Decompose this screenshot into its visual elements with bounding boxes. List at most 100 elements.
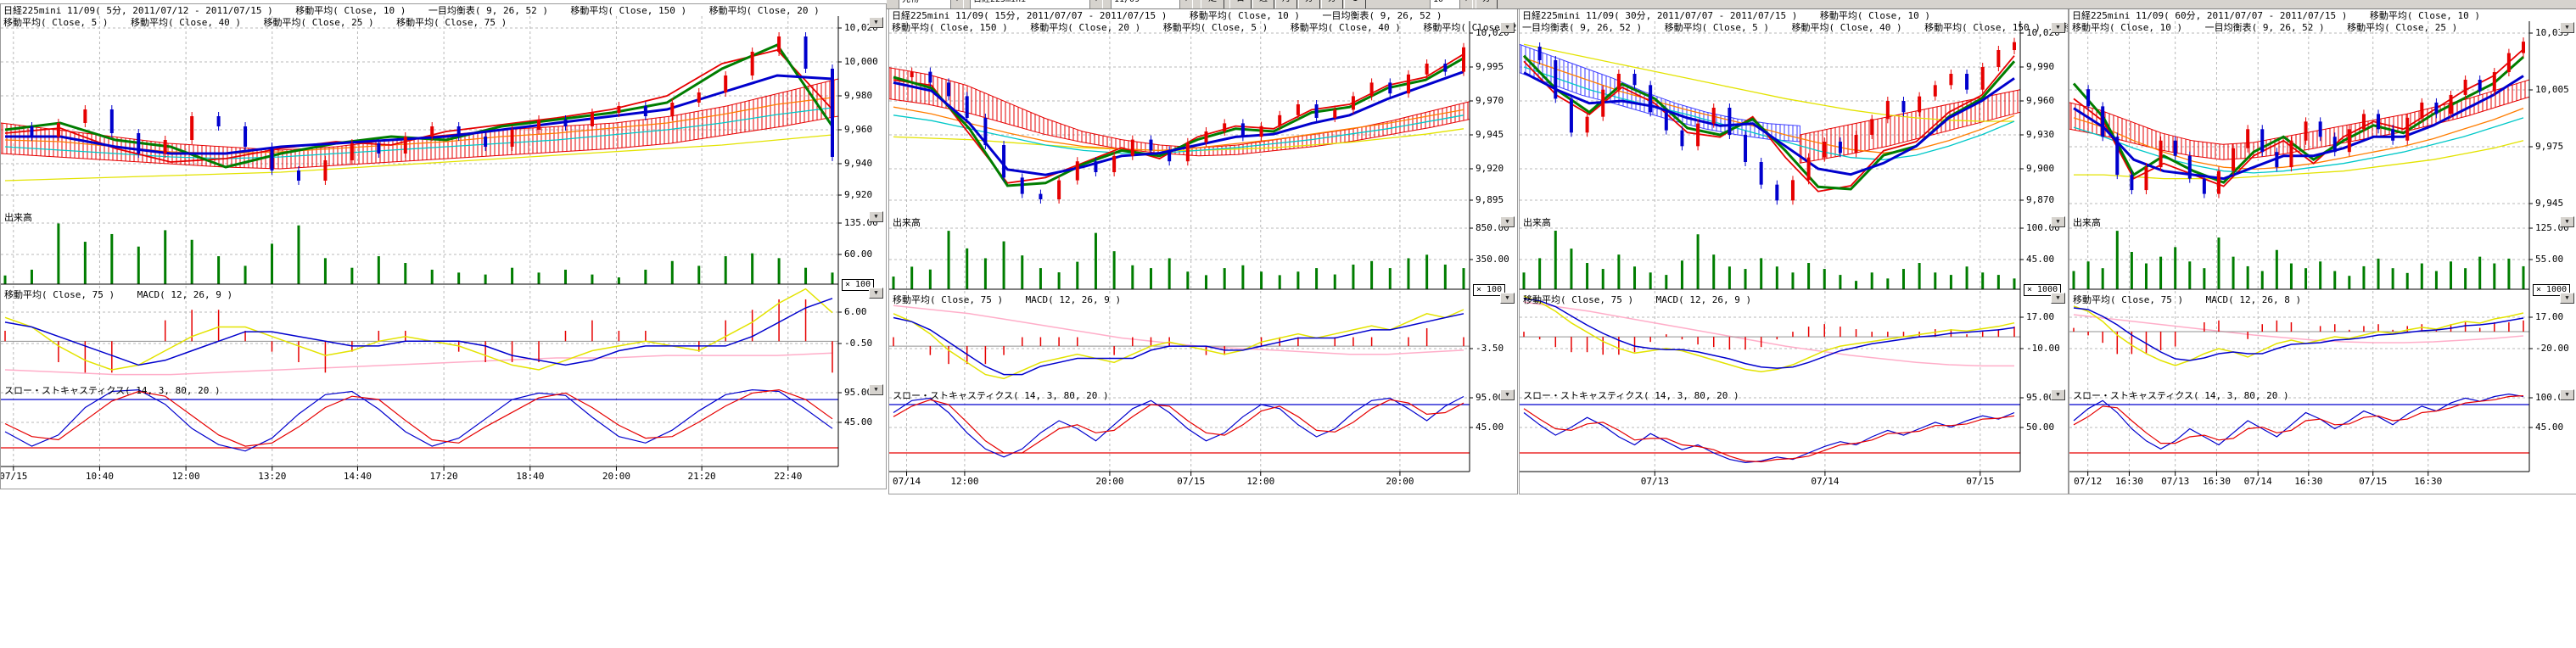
macd-axis-label: 17.00 [2535, 312, 2563, 322]
stoch-section-label: スロー・ストキャスティクス( 14, 3, 80, 20 ) [2073, 388, 2289, 402]
chart-panel-30min: 日経225mini 11/09( 30分, 2011/07/07 - 2011/… [1519, 8, 2069, 494]
section-dropdown-arrow-icon[interactable]: ▼ [2051, 389, 2065, 400]
timeframe-button[interactable]: 分 [1321, 0, 1343, 9]
section-dropdown-arrow-icon[interactable]: ▼ [869, 211, 883, 222]
price-axis-label: 9,960 [844, 125, 872, 135]
section-dropdown-arrow-icon[interactable]: ▼ [869, 17, 883, 28]
section-dropdown-arrow-icon[interactable]: ▼ [869, 288, 883, 299]
stoch-axis-label: 50.00 [2026, 422, 2054, 433]
price-axis-label: 9,920 [1476, 164, 1504, 174]
timeframe-button[interactable]: 日 [1229, 0, 1252, 9]
price-axis-label: 9,970 [1476, 96, 1504, 106]
section-dropdown-arrow-icon[interactable]: ▼ [2051, 293, 2065, 304]
time-axis-label: 07/15 [1177, 476, 1205, 487]
price-axis-label: 9,870 [2026, 195, 2054, 205]
stoch-section-label: スロー・ストキャスティクス( 14, 3, 80, 20 ) [1523, 388, 1739, 402]
macd-axis-label: -0.50 [844, 338, 872, 349]
stoch-axis-label: 45.00 [844, 417, 872, 427]
macd-axis-label: -10.00 [2026, 344, 2060, 354]
timeframe-button[interactable]: 分 [1298, 0, 1320, 9]
time-axis-label: 16:30 [2414, 476, 2442, 487]
time-axis-label: 14:40 [344, 471, 372, 482]
chart-canvas [1520, 9, 2068, 494]
chart-canvas [1, 4, 886, 489]
price-axis-label: 9,990 [2026, 62, 2054, 72]
time-axis-label: 12:00 [950, 476, 978, 487]
chart-panel-60min: 日経225mini 11/09( 60分, 2011/07/07 - 2011/… [2069, 8, 2576, 494]
chevron-down-icon[interactable]: ▼ [1179, 0, 1192, 8]
time-axis-label: 07/12 [2074, 476, 2102, 487]
instrument-combo[interactable]: 11/09▼ [1111, 0, 1193, 9]
instrument-combo[interactable]: 先物▼ [899, 0, 964, 9]
time-axis-label: 07/13 [1641, 476, 1669, 487]
time-axis-label: 07/14 [2244, 476, 2272, 487]
chart-title: 日経225mini 11/09( 30分, 2011/07/07 - 2011/… [1522, 10, 1930, 22]
time-axis-label: 16:30 [2115, 476, 2143, 487]
time-axis-label: 22:40 [774, 471, 802, 482]
time-axis-label: 07/15 [0, 471, 27, 482]
timeframe-button[interactable]: 月 [1275, 0, 1297, 9]
time-axis-label: 07/15 [1966, 476, 1994, 487]
chart-panel-15min: 日経225mini 11/09( 15分, 2011/07/07 - 2011/… [888, 8, 1518, 494]
time-axis-label: 16:30 [2294, 476, 2322, 487]
section-dropdown-arrow-icon[interactable]: ▼ [2560, 216, 2574, 227]
instrument-combo[interactable]: 日経225mini▼ [970, 0, 1103, 9]
section-dropdown-arrow-icon[interactable]: ▼ [2051, 22, 2065, 33]
time-axis-label: 07/14 [893, 476, 921, 487]
section-dropdown-arrow-icon[interactable]: ▼ [2560, 293, 2574, 304]
price-axis-label: 9,945 [2535, 198, 2563, 209]
chart-title: 日経225mini 11/09( 60分, 2011/07/07 - 2011/… [2072, 10, 2480, 22]
price-axis-label: 9,930 [2026, 130, 2054, 140]
price-axis-label: 10,000 [844, 57, 878, 67]
volume-axis-label: 55.00 [2535, 254, 2563, 265]
time-axis-label: 20:00 [602, 471, 630, 482]
time-axis-label: 16:30 [2203, 476, 2231, 487]
section-dropdown-arrow-icon[interactable]: ▼ [2051, 216, 2065, 227]
macd-section-label: 移動平均( Close, 75 ) MACD( 12, 26, 9 ) [1523, 293, 1751, 306]
time-axis-label: 07/13 [2161, 476, 2189, 487]
time-axis-label: 17:20 [430, 471, 458, 482]
section-dropdown-arrow-icon[interactable]: ▼ [1500, 389, 1515, 400]
price-axis-label: 9,940 [844, 159, 872, 169]
section-dropdown-arrow-icon[interactable]: ▼ [1500, 22, 1515, 33]
time-axis-label: 12:00 [1246, 476, 1274, 487]
time-axis-label: 20:00 [1386, 476, 1414, 487]
chart-title: 日経225mini 11/09( 5分, 2011/07/12 - 2011/0… [3, 5, 820, 17]
chart-indicator-legend: 移動平均( Close, 150 ) 移動平均( Close, 20 ) 移動平… [892, 22, 1518, 34]
price-axis-label: 9,945 [1476, 130, 1504, 140]
section-dropdown-arrow-icon[interactable]: ▼ [1500, 293, 1515, 304]
instrument-combo[interactable]: 10▼ [1430, 0, 1473, 9]
chevron-down-icon[interactable]: ▼ [950, 0, 963, 8]
section-dropdown-arrow-icon[interactable]: ▼ [2560, 22, 2574, 33]
app-toolbar-strip: 先物▼日経225mini▼11/09▼10▼足日週月分分1分 [887, 0, 2576, 9]
timeframe-button[interactable]: 分 [1476, 0, 1498, 9]
price-axis-label: 9,960 [2026, 96, 2054, 106]
stoch-section-label: スロー・ストキャスティクス( 14, 3, 80, 20 ) [4, 383, 221, 397]
timeframe-button[interactable]: 足 [1201, 0, 1224, 9]
section-dropdown-arrow-icon[interactable]: ▼ [2560, 389, 2574, 400]
trading-app-workspace: { "toolbar": { "combos": [ {"label": "先物… [0, 0, 2576, 648]
time-axis-label: 18:40 [516, 471, 544, 482]
chevron-down-icon[interactable]: ▼ [1089, 0, 1102, 8]
macd-section-label: 移動平均( Close, 75 ) MACD( 12, 26, 8 ) [2073, 293, 2301, 306]
price-axis-label: 9,980 [844, 91, 872, 101]
time-axis-label: 21:20 [688, 471, 716, 482]
chart-canvas [889, 9, 1517, 494]
section-dropdown-arrow-icon[interactable]: ▼ [869, 384, 883, 395]
price-axis-label: 10,005 [2535, 85, 2569, 95]
timeframe-button[interactable]: 1 [1344, 0, 1366, 9]
volume-axis-label: 45.00 [2026, 254, 2054, 265]
price-axis-label: 9,900 [2026, 164, 2054, 174]
timeframe-button[interactable]: 週 [1252, 0, 1274, 9]
macd-axis-label: -3.50 [1476, 344, 1504, 354]
time-axis-label: 10:40 [86, 471, 114, 482]
macd-axis-label: 6.00 [844, 307, 867, 317]
volume-section-label: 出来高 [893, 215, 921, 229]
chart-indicator-legend: 移動平均( Close, 10 ) 一目均衡表( 9, 26, 52 ) 移動平… [2072, 22, 2457, 34]
section-dropdown-arrow-icon[interactable]: ▼ [1500, 216, 1515, 227]
chevron-down-icon[interactable]: ▼ [1459, 0, 1472, 8]
chart-indicator-legend: 一目均衡表( 9, 26, 52 ) 移動平均( Close, 5 ) 移動平均… [1522, 22, 2069, 34]
macd-axis-label: 17.00 [2026, 312, 2054, 322]
chart-title: 日経225mini 11/09( 15分, 2011/07/07 - 2011/… [892, 10, 1442, 22]
volume-section-label: 出来高 [1523, 215, 1551, 229]
